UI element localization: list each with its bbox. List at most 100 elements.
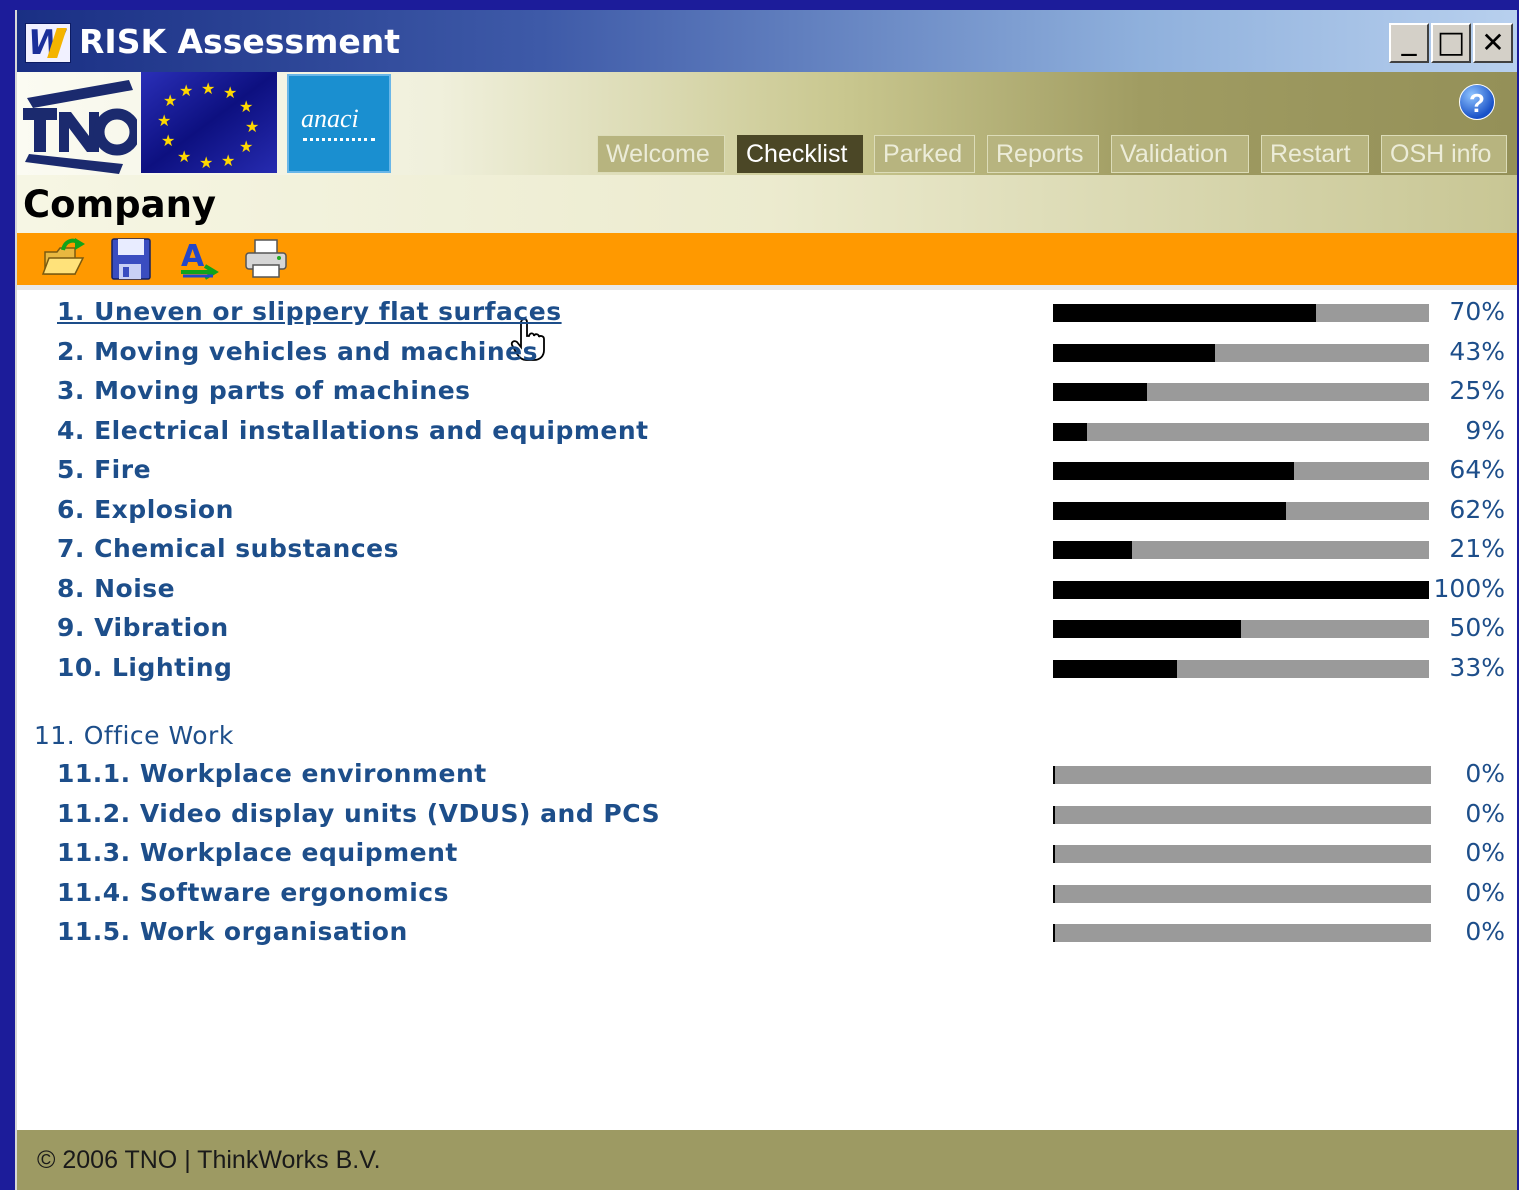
progress-bar: [1053, 660, 1429, 678]
tab-validation[interactable]: Validation: [1111, 135, 1249, 173]
print-icon[interactable]: [243, 236, 289, 282]
progress-percent: 0%: [1465, 878, 1505, 907]
checklist-item-link[interactable]: 1. Uneven or slippery flat surfaces: [57, 297, 562, 326]
app-window: W RISK Assessment _ □ ✕ ★ ★ ★ ★ ★ ★ ★ ★ ★ ★ ★ ★: [15, 10, 1517, 1190]
svg-text:★: ★: [239, 97, 253, 116]
progress-percent: 62%: [1449, 495, 1505, 524]
checklist-item-link[interactable]: 4. Electrical installations and equipmen…: [57, 416, 649, 445]
progress-fill: [1053, 344, 1215, 362]
svg-text:★: ★: [163, 91, 177, 110]
progress-fill: [1053, 462, 1294, 480]
progress-percent: 70%: [1449, 297, 1505, 326]
progress-bar: [1053, 845, 1431, 863]
help-icon[interactable]: ?: [1459, 84, 1495, 120]
svg-text:A: A: [181, 239, 205, 274]
tab-checklist[interactable]: Checklist: [737, 135, 863, 173]
svg-text:★: ★: [201, 79, 215, 98]
checklist-item-link[interactable]: 5. Fire: [57, 455, 151, 484]
progress-percent: 64%: [1449, 455, 1505, 484]
progress-bar: [1053, 541, 1429, 559]
tno-logo: [23, 80, 137, 174]
tab-reports[interactable]: Reports: [987, 135, 1099, 173]
tab-parked[interactable]: Parked: [874, 135, 975, 173]
progress-fill: [1053, 845, 1055, 863]
checklist-item-link[interactable]: 7. Chemical substances: [57, 534, 399, 563]
checklist-item-link[interactable]: 11.2. Video display units (VDUS) and PCS: [57, 799, 660, 828]
progress-bar: [1053, 620, 1429, 638]
progress-fill: [1053, 581, 1429, 599]
progress-fill: [1053, 502, 1286, 520]
checklist-item-link[interactable]: 11.5. Work organisation: [57, 917, 408, 946]
progress-percent: 0%: [1465, 838, 1505, 867]
checklist-item-link[interactable]: 11.1. Workplace environment: [57, 759, 487, 788]
progress-bar: [1053, 344, 1429, 362]
svg-text:★: ★: [157, 111, 171, 130]
page-title: Company: [23, 183, 217, 226]
progress-percent: 43%: [1449, 337, 1505, 366]
progress-fill: [1053, 541, 1132, 559]
progress-bar: [1053, 581, 1429, 599]
title-bar[interactable]: W RISK Assessment _ □ ✕: [17, 10, 1517, 72]
progress-percent: 0%: [1465, 799, 1505, 828]
progress-bar: [1053, 806, 1431, 824]
progress-bar: [1053, 885, 1431, 903]
copyright-text: © 2006 TNO | ThinkWorks B.V.: [37, 1146, 381, 1174]
progress-percent: 33%: [1449, 653, 1505, 682]
svg-text:★: ★: [221, 151, 235, 170]
progress-percent: 21%: [1449, 534, 1505, 563]
svg-text:★: ★: [161, 131, 175, 150]
anaci-logo-text: anaci: [301, 104, 359, 133]
progress-fill: [1053, 304, 1316, 322]
tab-restart[interactable]: Restart: [1261, 135, 1369, 173]
progress-bar: [1053, 304, 1429, 322]
minimize-button[interactable]: _: [1389, 23, 1429, 63]
progress-fill: [1053, 885, 1055, 903]
progress-fill: [1053, 620, 1241, 638]
progress-percent: 50%: [1449, 613, 1505, 642]
footer: © 2006 TNO | ThinkWorks B.V.: [17, 1130, 1517, 1190]
progress-bar: [1053, 766, 1431, 784]
progress-fill: [1053, 660, 1177, 678]
anaci-logo: anaci: [287, 74, 391, 173]
progress-bar: [1053, 502, 1429, 520]
close-button[interactable]: ✕: [1473, 23, 1513, 63]
progress-fill: [1053, 924, 1055, 942]
progress-percent: 100%: [1433, 574, 1505, 603]
checklist-item-link[interactable]: 11.4. Software ergonomics: [57, 878, 449, 907]
svg-text:★: ★: [179, 81, 193, 100]
progress-bar: [1053, 383, 1429, 401]
save-icon[interactable]: [109, 236, 155, 282]
group-heading: 11. Office Work: [34, 721, 234, 750]
progress-bar: [1053, 462, 1429, 480]
progress-percent: 0%: [1465, 917, 1505, 946]
checklist-item-link[interactable]: 11.3. Workplace equipment: [57, 838, 458, 867]
spellcheck-icon[interactable]: A: [175, 236, 221, 282]
progress-fill: [1053, 383, 1147, 401]
checklist-item-link[interactable]: 8. Noise: [57, 574, 175, 603]
checklist-item-link[interactable]: 9. Vibration: [57, 613, 229, 642]
progress-bar: [1053, 924, 1431, 942]
progress-fill: [1053, 806, 1055, 824]
checklist-item-link[interactable]: 6. Explosion: [57, 495, 234, 524]
checklist-item-link[interactable]: 3. Moving parts of machines: [57, 376, 471, 405]
svg-text:★: ★: [199, 153, 213, 172]
progress-fill: [1053, 766, 1055, 784]
eu-flag-logo: ★ ★★ ★★★ ★★★ ★★★: [141, 72, 277, 173]
section-header: Company: [17, 175, 1517, 233]
checklist-item-link[interactable]: 10. Lighting: [57, 653, 232, 682]
window-title: RISK Assessment: [79, 22, 401, 61]
maximize-button[interactable]: □: [1431, 23, 1471, 63]
app-icon: W: [25, 23, 71, 63]
toolbar: A: [17, 233, 1517, 285]
tab-osh-info[interactable]: OSH info: [1381, 135, 1507, 173]
progress-percent: 0%: [1465, 759, 1505, 788]
tab-welcome[interactable]: Welcome: [597, 135, 725, 173]
progress-bar: [1053, 423, 1429, 441]
svg-text:★: ★: [223, 83, 237, 102]
open-folder-icon[interactable]: [41, 236, 87, 282]
checklist-item-link[interactable]: 2. Moving vehicles and machines: [57, 337, 538, 366]
svg-text:★: ★: [177, 147, 191, 166]
progress-fill: [1053, 423, 1087, 441]
progress-percent: 25%: [1449, 376, 1505, 405]
svg-text:★: ★: [245, 117, 259, 136]
